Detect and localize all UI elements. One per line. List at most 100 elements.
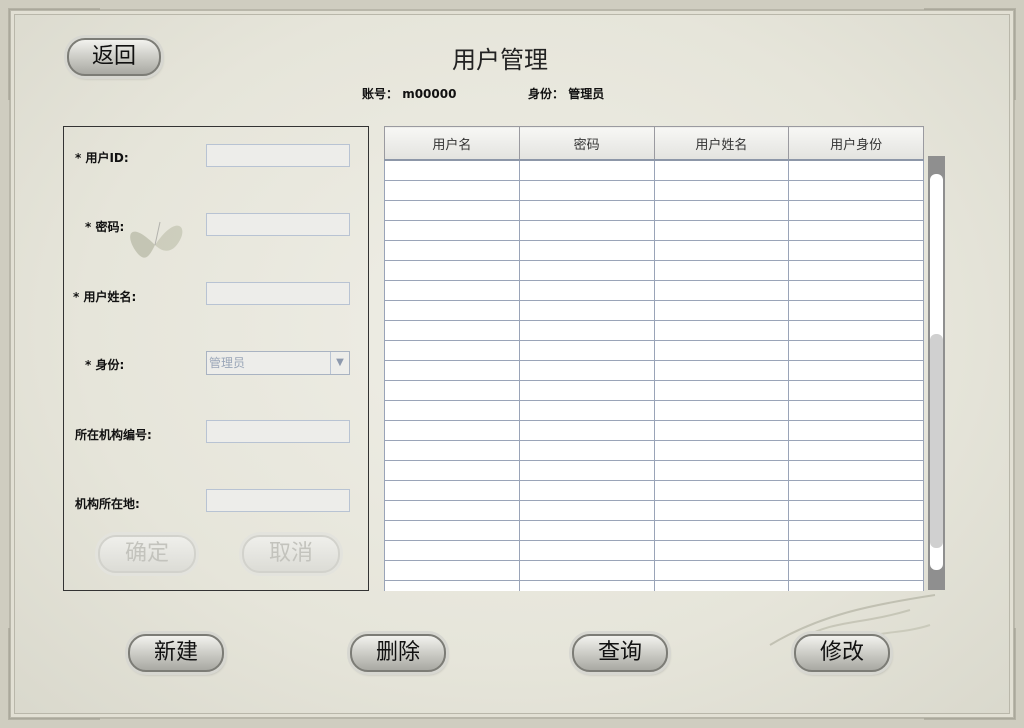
query-button[interactable]: 查询 xyxy=(572,634,668,672)
table-cell[interactable] xyxy=(788,260,924,281)
table-cell[interactable] xyxy=(384,200,520,221)
table-cell[interactable] xyxy=(384,180,520,201)
table-cell[interactable] xyxy=(518,420,655,441)
table-row[interactable] xyxy=(384,440,924,461)
table-cell[interactable] xyxy=(653,420,790,441)
table-row[interactable] xyxy=(384,540,924,561)
column-header-real-name[interactable]: 用户姓名 xyxy=(653,126,790,161)
table-cell[interactable] xyxy=(384,500,520,521)
table-row[interactable] xyxy=(384,400,924,421)
table-cell[interactable] xyxy=(384,240,520,261)
table-cell[interactable] xyxy=(653,380,790,401)
table-cell[interactable] xyxy=(788,320,924,341)
table-cell[interactable] xyxy=(384,520,520,541)
table-cell[interactable] xyxy=(653,360,790,381)
table-cell[interactable] xyxy=(788,460,924,481)
table-cell[interactable] xyxy=(788,159,924,181)
real-name-field[interactable] xyxy=(206,282,350,305)
table-cell[interactable] xyxy=(788,200,924,221)
table-row[interactable] xyxy=(384,240,924,261)
chevron-down-icon[interactable]: ▼ xyxy=(330,352,349,374)
table-cell[interactable] xyxy=(384,400,520,421)
table-cell[interactable] xyxy=(788,560,924,581)
table-cell[interactable] xyxy=(518,440,655,461)
table-scrollbar[interactable] xyxy=(928,156,945,590)
table-cell[interactable] xyxy=(788,380,924,401)
table-row[interactable] xyxy=(384,420,924,441)
table-cell[interactable] xyxy=(518,320,655,341)
table-row[interactable] xyxy=(384,480,924,501)
scroll-up-button[interactable] xyxy=(928,156,945,172)
table-cell[interactable] xyxy=(788,500,924,521)
table-cell[interactable] xyxy=(384,320,520,341)
table-cell[interactable] xyxy=(653,300,790,321)
table-cell[interactable] xyxy=(653,320,790,341)
back-button[interactable]: 返回 xyxy=(67,38,161,76)
table-cell[interactable] xyxy=(384,260,520,281)
table-row[interactable] xyxy=(384,460,924,481)
table-cell[interactable] xyxy=(518,500,655,521)
table-cell[interactable] xyxy=(384,380,520,401)
table-row[interactable] xyxy=(384,180,924,201)
user-table[interactable]: 用户名 密码 用户姓名 用户身份 xyxy=(384,126,924,591)
table-cell[interactable] xyxy=(653,480,790,501)
table-cell[interactable] xyxy=(384,560,520,581)
table-cell[interactable] xyxy=(518,400,655,421)
table-cell[interactable] xyxy=(384,280,520,301)
table-cell[interactable] xyxy=(518,580,655,591)
table-row[interactable] xyxy=(384,200,924,221)
password-field[interactable] xyxy=(206,213,350,236)
org-number-field[interactable] xyxy=(206,420,350,443)
table-row[interactable] xyxy=(384,320,924,341)
column-header-password[interactable]: 密码 xyxy=(518,126,655,161)
table-cell[interactable] xyxy=(788,180,924,201)
confirm-button[interactable]: 确定 xyxy=(98,535,196,573)
scroll-thumb[interactable] xyxy=(930,334,943,548)
table-cell[interactable] xyxy=(518,360,655,381)
table-cell[interactable] xyxy=(788,340,924,361)
table-cell[interactable] xyxy=(653,440,790,461)
table-cell[interactable] xyxy=(384,460,520,481)
table-cell[interactable] xyxy=(653,200,790,221)
table-cell[interactable] xyxy=(653,520,790,541)
table-row[interactable] xyxy=(384,159,924,181)
table-cell[interactable] xyxy=(788,300,924,321)
table-cell[interactable] xyxy=(384,580,520,591)
table-cell[interactable] xyxy=(384,340,520,361)
table-cell[interactable] xyxy=(653,159,790,181)
table-cell[interactable] xyxy=(653,340,790,361)
table-cell[interactable] xyxy=(518,260,655,281)
modify-button[interactable]: 修改 xyxy=(794,634,890,672)
table-cell[interactable] xyxy=(653,220,790,241)
table-cell[interactable] xyxy=(518,300,655,321)
table-cell[interactable] xyxy=(518,340,655,361)
table-cell[interactable] xyxy=(788,280,924,301)
table-cell[interactable] xyxy=(384,360,520,381)
table-cell[interactable] xyxy=(788,480,924,501)
table-cell[interactable] xyxy=(788,440,924,461)
table-cell[interactable] xyxy=(384,300,520,321)
table-cell[interactable] xyxy=(384,480,520,501)
table-cell[interactable] xyxy=(653,260,790,281)
table-cell[interactable] xyxy=(788,520,924,541)
table-cell[interactable] xyxy=(653,180,790,201)
user-id-field[interactable] xyxy=(206,144,350,167)
table-cell[interactable] xyxy=(384,540,520,561)
table-row[interactable] xyxy=(384,520,924,541)
table-cell[interactable] xyxy=(653,460,790,481)
table-cell[interactable] xyxy=(518,560,655,581)
table-cell[interactable] xyxy=(518,240,655,261)
delete-button[interactable]: 删除 xyxy=(350,634,446,672)
table-cell[interactable] xyxy=(518,159,655,181)
table-cell[interactable] xyxy=(518,280,655,301)
table-cell[interactable] xyxy=(518,220,655,241)
table-cell[interactable] xyxy=(518,200,655,221)
cancel-button[interactable]: 取消 xyxy=(242,535,340,573)
table-cell[interactable] xyxy=(384,159,520,181)
table-row[interactable] xyxy=(384,300,924,321)
table-cell[interactable] xyxy=(788,240,924,261)
table-cell[interactable] xyxy=(653,500,790,521)
table-cell[interactable] xyxy=(788,220,924,241)
table-row[interactable] xyxy=(384,260,924,281)
table-cell[interactable] xyxy=(384,440,520,461)
